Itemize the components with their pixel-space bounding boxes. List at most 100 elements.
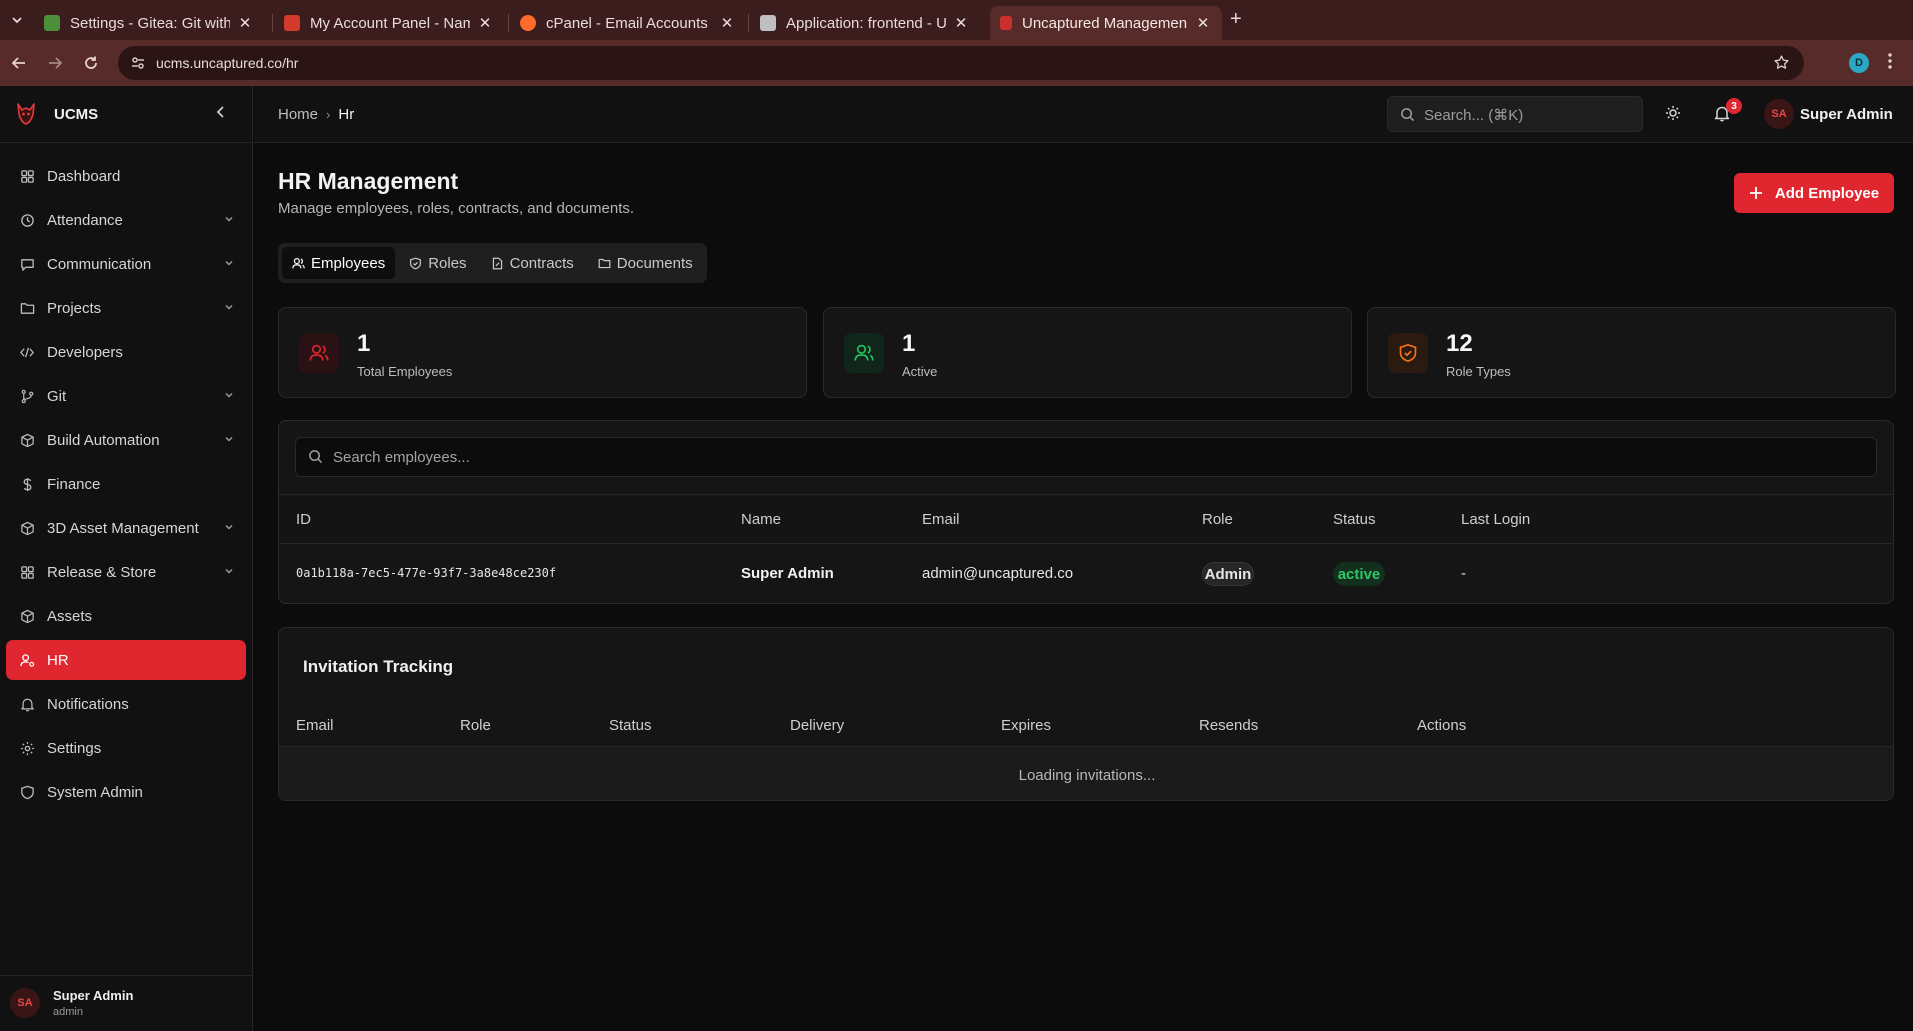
sidebar-item-label: Dashboard bbox=[47, 167, 121, 185]
tab-contracts[interactable]: Contracts bbox=[481, 247, 584, 279]
gear-icon bbox=[19, 740, 35, 756]
sidebar-item-label: Communication bbox=[47, 255, 152, 273]
invitations-table-header: Email Role Status Delivery Expires Resen… bbox=[279, 701, 1893, 747]
browser-tab[interactable]: Application: frontend - U ✕ bbox=[750, 6, 980, 40]
tab-title: cPanel - Email Accounts bbox=[546, 14, 708, 32]
grid-icon bbox=[19, 564, 35, 580]
sidebar-nav: Dashboard Attendance Communication Projects… bbox=[6, 156, 246, 816]
theme-toggle-sun-icon[interactable] bbox=[1665, 105, 1681, 121]
sidebar-item-label: Assets bbox=[47, 607, 93, 625]
sidebar-item-build-automation[interactable]: Build Automation bbox=[6, 420, 246, 460]
chevron-down-icon[interactable] bbox=[224, 302, 234, 312]
site-info-icon[interactable] bbox=[130, 55, 146, 71]
sidebar-item-projects[interactable]: Projects bbox=[6, 288, 246, 328]
sidebar-item-label: Finance bbox=[47, 475, 101, 493]
bookmark-star-icon[interactable] bbox=[1773, 54, 1790, 71]
close-tab-icon[interactable]: ✕ bbox=[1194, 14, 1212, 32]
tab-label: Documents bbox=[616, 254, 693, 272]
sidebar-item-label: Developers bbox=[47, 343, 123, 361]
sidebar-user-role: admin bbox=[53, 1006, 83, 1018]
sidebar-item-label: Notifications bbox=[47, 695, 129, 713]
employees-table-card: Search employees... ID Name Email Role S… bbox=[278, 420, 1894, 604]
status-badge: active bbox=[1333, 562, 1385, 586]
column-header: Expires bbox=[1001, 717, 1052, 734]
tab-title: My Account Panel - Nam bbox=[310, 14, 470, 32]
browser-profile-avatar[interactable]: D bbox=[1849, 53, 1869, 73]
new-tab-icon[interactable]: + bbox=[1230, 8, 1242, 31]
breadcrumb-home[interactable]: Home bbox=[278, 106, 318, 123]
sidebar-item-git[interactable]: Git bbox=[6, 376, 246, 416]
namecheap-favicon-icon bbox=[284, 15, 300, 31]
employee-name: Super Admin bbox=[741, 565, 834, 582]
bell-icon bbox=[19, 696, 35, 712]
browser-tab[interactable]: My Account Panel - Nam ✕ bbox=[274, 6, 504, 40]
plus-icon bbox=[1749, 186, 1763, 200]
browser-tab[interactable]: cPanel - Email Accounts ✕ bbox=[510, 6, 746, 40]
close-tab-icon[interactable]: ✕ bbox=[236, 14, 254, 32]
sidebar-item-developers[interactable]: Developers bbox=[6, 332, 246, 372]
sidebar-item-label: Git bbox=[47, 387, 67, 405]
tab-documents[interactable]: Documents bbox=[588, 247, 703, 279]
sidebar-item-finance[interactable]: Finance bbox=[6, 464, 246, 504]
forward-icon[interactable] bbox=[44, 52, 66, 74]
tab-search-chevron-icon[interactable] bbox=[6, 9, 28, 31]
sidebar-item-notifications[interactable]: Notifications bbox=[6, 684, 246, 724]
sidebar-item-communication[interactable]: Communication bbox=[6, 244, 246, 284]
collapse-sidebar-icon[interactable] bbox=[214, 105, 228, 119]
employee-search-input[interactable]: Search employees... bbox=[295, 437, 1877, 477]
browser-menu-icon[interactable] bbox=[1888, 52, 1892, 70]
sidebar-item-system-admin[interactable]: System Admin bbox=[6, 772, 246, 812]
chevron-down-icon[interactable] bbox=[224, 258, 234, 268]
column-header[interactable]: Role bbox=[1202, 511, 1233, 528]
column-header[interactable]: Name bbox=[741, 511, 781, 528]
tab-employees[interactable]: Employees bbox=[282, 247, 396, 279]
chevron-down-icon[interactable] bbox=[224, 434, 234, 444]
column-header[interactable]: Status bbox=[1333, 511, 1376, 528]
sidebar-brand: UCMS bbox=[0, 86, 253, 143]
chat-icon bbox=[19, 256, 35, 272]
browser-tab[interactable]: Settings - Gitea: Git with ✕ bbox=[34, 6, 264, 40]
url-text: ucms.uncaptured.co/hr bbox=[156, 55, 299, 71]
sidebar-item-dashboard[interactable]: Dashboard bbox=[6, 156, 246, 196]
back-icon[interactable] bbox=[8, 52, 30, 74]
address-bar[interactable]: ucms.uncaptured.co/hr bbox=[118, 46, 1804, 80]
tab-title: Settings - Gitea: Git with bbox=[70, 14, 230, 32]
add-employee-button[interactable]: Add Employee bbox=[1734, 173, 1894, 213]
sidebar-item-label: Release & Store bbox=[47, 563, 157, 581]
sidebar-item-attendance[interactable]: Attendance bbox=[6, 200, 246, 240]
stat-value: 1 bbox=[357, 330, 371, 357]
close-tab-icon[interactable]: ✕ bbox=[952, 14, 970, 32]
page-title: HR Management bbox=[278, 168, 459, 194]
sidebar-user[interactable]: SA Super Admin admin bbox=[0, 975, 253, 1031]
tab-label: Contracts bbox=[509, 254, 574, 272]
main-content: HR Management Manage employees, roles, c… bbox=[254, 143, 1913, 1031]
sidebar-item-release-store[interactable]: Release & Store bbox=[6, 552, 246, 592]
close-tab-icon[interactable]: ✕ bbox=[476, 14, 494, 32]
chevron-down-icon[interactable] bbox=[224, 390, 234, 400]
dollar-icon bbox=[19, 476, 35, 492]
close-tab-icon[interactable]: ✕ bbox=[718, 14, 736, 32]
last-login: - bbox=[1461, 565, 1466, 582]
chevron-down-icon[interactable] bbox=[224, 566, 234, 576]
table-row[interactable]: 0a1b118a-7ec5-477e-93f7-3a8e48ce230f Sup… bbox=[279, 544, 1893, 603]
sidebar-item-label: Settings bbox=[47, 739, 102, 757]
tab-roles[interactable]: Roles bbox=[399, 247, 476, 279]
column-header[interactable]: Email bbox=[922, 511, 960, 528]
employees-table-header: ID Name Email Role Status Last Login bbox=[279, 494, 1893, 544]
global-search-input[interactable]: Search... (⌘K) bbox=[1387, 96, 1643, 132]
reload-icon[interactable] bbox=[80, 52, 102, 74]
browser-toolbar: ucms.uncaptured.co/hr bbox=[0, 40, 1913, 86]
sidebar-item-3d-asset-management[interactable]: 3D Asset Management bbox=[6, 508, 246, 548]
column-header[interactable]: ID bbox=[296, 511, 311, 528]
chevron-down-icon[interactable] bbox=[224, 214, 234, 224]
sidebar-item-assets[interactable]: Assets bbox=[6, 596, 246, 636]
stat-card-role-types: 12 Role Types bbox=[1367, 307, 1896, 398]
browser-tab-active[interactable]: Uncaptured Managemen ✕ bbox=[990, 6, 1222, 40]
column-header[interactable]: Last Login bbox=[1461, 511, 1530, 528]
avatar[interactable]: SA bbox=[1764, 99, 1794, 129]
sidebar-item-hr[interactable]: HR bbox=[6, 640, 246, 680]
chevron-down-icon[interactable] bbox=[224, 522, 234, 532]
sidebar-item-settings[interactable]: Settings bbox=[6, 728, 246, 768]
header-user-name[interactable]: Super Admin bbox=[1800, 106, 1893, 123]
invitation-tracking-title: Invitation Tracking bbox=[303, 657, 454, 676]
